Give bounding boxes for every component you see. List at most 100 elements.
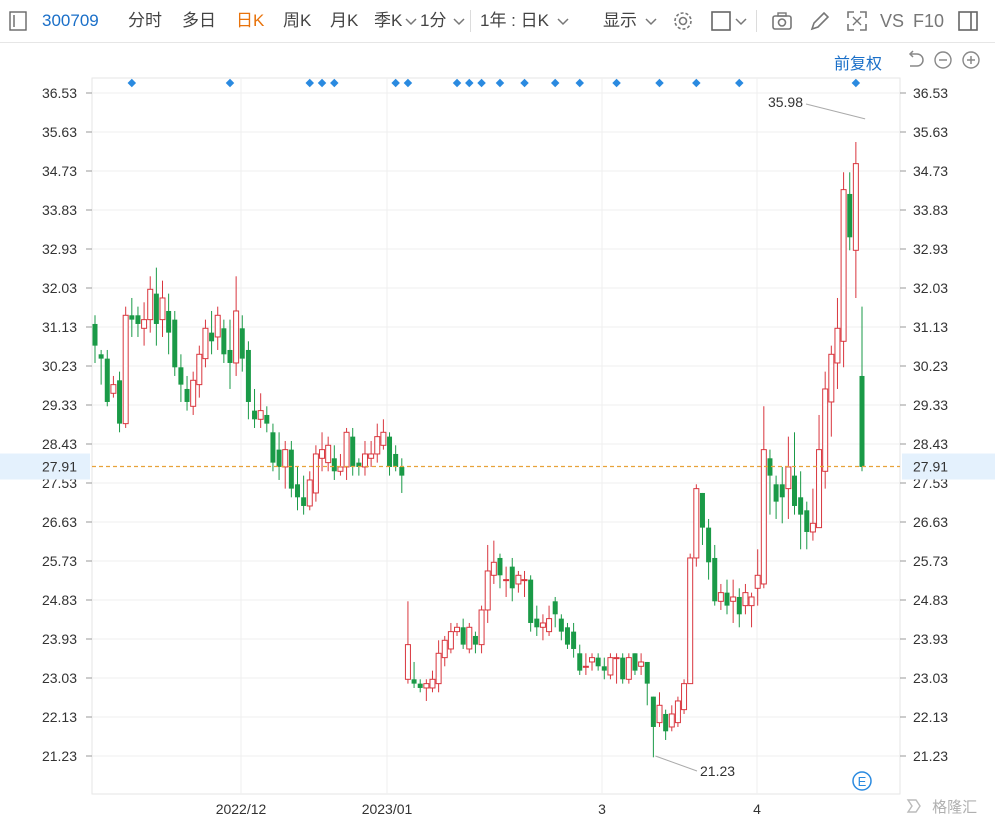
- watermark-logo: 格隆汇: [906, 796, 977, 817]
- stock-code[interactable]: 300709: [42, 0, 99, 42]
- event-marker[interactable]: [391, 78, 400, 88]
- period-tab-monthly-k[interactable]: 月K: [330, 0, 358, 42]
- candle-up: [380, 419, 387, 450]
- candle-up: [454, 622, 461, 636]
- event-marker[interactable]: [575, 78, 584, 88]
- candle-up: [656, 692, 663, 727]
- low-leader-line: [655, 755, 698, 772]
- candle-body: [650, 696, 656, 727]
- candle-body: [429, 678, 436, 689]
- candle-down: [417, 679, 423, 693]
- candle-up: [582, 653, 589, 675]
- event-marker[interactable]: [465, 78, 474, 88]
- sidebar-toggle-icon[interactable]: [6, 9, 30, 33]
- checkbox-icon[interactable]: [710, 9, 734, 33]
- period-tab-daily-k[interactable]: 日K: [236, 0, 264, 42]
- event-marker[interactable]: [495, 78, 505, 88]
- candle-body: [202, 327, 209, 360]
- event-marker[interactable]: [317, 78, 327, 88]
- settings-gear-icon[interactable]: [671, 9, 695, 33]
- period-tab-weekly-k[interactable]: 周K: [283, 0, 311, 42]
- y-tick-label-left: 23.93: [42, 631, 77, 647]
- panel-toggle-icon[interactable]: [956, 9, 980, 33]
- candle-up: [447, 622, 454, 654]
- x-axis: 2022/12 2023/01 3 4: [216, 801, 761, 817]
- vs-compare-button[interactable]: VS: [880, 0, 904, 42]
- pencil-icon[interactable]: [808, 9, 832, 33]
- event-marker[interactable]: [403, 78, 413, 88]
- event-marker[interactable]: [520, 78, 529, 88]
- event-marker[interactable]: [692, 78, 701, 88]
- candle-body: [435, 652, 442, 685]
- candle-down: [847, 172, 853, 251]
- period-tab-duori[interactable]: 多日: [182, 0, 216, 42]
- y-tick-label-right: 24.83: [913, 592, 948, 608]
- event-marker[interactable]: [851, 78, 861, 88]
- candle-body: [822, 388, 829, 472]
- period-tab-fenshi[interactable]: 分时: [128, 0, 162, 42]
- candle-up: [638, 653, 645, 675]
- period-tab-quarterly-k[interactable]: 季K: [374, 0, 402, 42]
- period-tab-1min[interactable]: 1分: [420, 0, 446, 42]
- candle-body: [656, 704, 663, 724]
- candle-body: [748, 596, 755, 607]
- candle-body: [141, 319, 148, 329]
- candle-up: [681, 679, 688, 714]
- candle-down: [509, 557, 515, 602]
- chevron-down-icon[interactable]: [556, 15, 570, 29]
- candle-down: [252, 388, 258, 428]
- candle-down: [792, 432, 798, 515]
- event-marker[interactable]: [127, 78, 137, 88]
- event-badge[interactable]: E: [852, 771, 872, 791]
- candle-body: [135, 315, 141, 324]
- candle-down: [387, 432, 393, 476]
- f10-button[interactable]: F10: [913, 0, 944, 42]
- y-tick-label-right: 29.33: [913, 397, 948, 413]
- candle-body: [252, 410, 258, 420]
- chevron-down-icon[interactable]: [734, 15, 748, 29]
- candle-body: [681, 683, 688, 711]
- candle-up: [490, 540, 497, 584]
- candlestick-chart[interactable]: 36.53 35.63 34.73 33.83 32.93 32.03 31.13 30.23…: [0, 42, 995, 827]
- candle-up: [687, 553, 694, 685]
- event-marker[interactable]: [330, 78, 339, 88]
- event-marker[interactable]: [550, 78, 560, 88]
- fullscreen-icon[interactable]: [845, 9, 869, 33]
- event-marker[interactable]: [225, 78, 235, 88]
- candle-body: [472, 635, 478, 645]
- candle-up: [282, 440, 289, 489]
- chevron-down-icon[interactable]: [404, 15, 418, 29]
- candle-body: [577, 653, 583, 671]
- candle-down: [497, 553, 503, 589]
- y-tick-label-right: 23.93: [913, 631, 948, 647]
- camera-icon[interactable]: [770, 9, 794, 33]
- y-tick-label-right: 32.93: [913, 241, 948, 257]
- candle-body: [595, 657, 601, 667]
- event-marker[interactable]: [655, 78, 664, 88]
- candle-up: [233, 276, 240, 376]
- candle-down: [104, 349, 110, 407]
- chevron-down-icon[interactable]: [452, 15, 466, 29]
- event-marker[interactable]: [735, 78, 744, 88]
- event-marker[interactable]: [612, 78, 621, 88]
- candle-down: [178, 354, 184, 402]
- extreme-annotations: 35.98 21.23: [655, 94, 866, 779]
- event-marker[interactable]: [452, 78, 462, 88]
- event-markers[interactable]: [127, 78, 861, 88]
- event-marker[interactable]: [477, 78, 486, 88]
- candle-body: [620, 657, 626, 680]
- candle-down: [712, 544, 718, 606]
- event-marker[interactable]: [305, 78, 315, 88]
- candle-body: [785, 466, 792, 490]
- chevron-down-icon[interactable]: [644, 15, 658, 29]
- candle-down: [724, 579, 730, 615]
- candle-down: [166, 293, 172, 355]
- candle-up: [754, 549, 761, 606]
- candle-body: [368, 453, 375, 459]
- candle-body: [221, 328, 227, 355]
- display-menu[interactable]: 显示: [603, 0, 637, 42]
- candle-body: [312, 453, 319, 494]
- range-selector[interactable]: 1年 : 日K: [480, 0, 549, 42]
- candle-body: [644, 661, 650, 684]
- y-tick-label-left: 29.33: [42, 397, 77, 413]
